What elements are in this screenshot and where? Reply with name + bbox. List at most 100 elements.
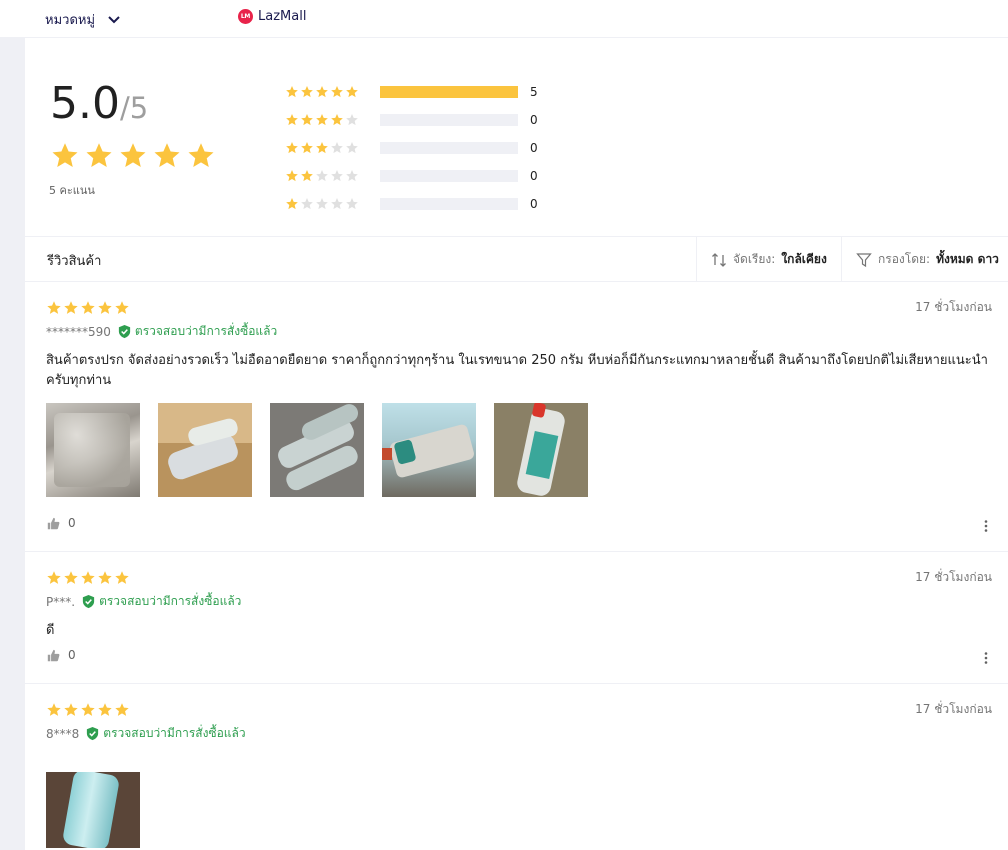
review-stars xyxy=(46,570,130,586)
star-filled-icon xyxy=(316,86,328,98)
ratings-reviews-panel: 5.0/5 5 คะแนน 5 0 0 0 0 รีวิวสินค้า จัดเรียง… xyxy=(25,38,1008,850)
like-button[interactable]: 0 xyxy=(47,648,76,662)
star-filled-icon xyxy=(98,571,112,584)
distribution-bar xyxy=(380,198,518,210)
star-empty-icon xyxy=(316,198,328,210)
distribution-count: 0 xyxy=(530,113,538,127)
review-text: ดี xyxy=(46,623,55,638)
star-empty-icon xyxy=(301,198,313,210)
filter-button[interactable]: กรองโดย: ทั้งหมด ดาว xyxy=(842,237,1008,282)
filter-icon xyxy=(856,252,872,267)
review-author-row: P***. ตรวจสอบว่ามีการสั่งซื้อแล้ว xyxy=(46,592,241,611)
star-filled-icon xyxy=(47,703,61,716)
filter-label: กรองโดย: xyxy=(878,252,931,266)
verified-purchase: ตรวจสอบว่ามีการสั่งซื้อแล้ว xyxy=(81,592,241,611)
verified-label: ตรวจสอบว่ามีการสั่งซื้อแล้ว xyxy=(103,726,246,740)
distribution-row-5: 5 xyxy=(285,78,538,106)
more-options-button[interactable] xyxy=(984,649,988,668)
review-image-cans-on-floor[interactable] xyxy=(270,403,364,497)
verified-purchase: ตรวจสอบว่ามีการสั่งซื้อแล้ว xyxy=(85,724,246,743)
distribution-stars xyxy=(285,113,380,127)
verified-shield-icon xyxy=(87,726,99,741)
like-count: 0 xyxy=(68,648,76,662)
star-empty-icon xyxy=(331,198,343,210)
filter-value: ทั้งหมด ดาว xyxy=(936,252,999,266)
star-empty-icon xyxy=(346,142,358,154)
distribution-count: 5 xyxy=(530,85,538,99)
star-filled-icon xyxy=(115,571,129,584)
left-gutter xyxy=(0,38,25,850)
review-author: *******590 xyxy=(46,324,111,339)
reviews-header: รีวิวสินค้า จัดเรียง: ใกล้เคียง กรองโดย:… xyxy=(25,237,1008,282)
distribution-bar xyxy=(380,114,518,126)
distribution-bar-fill xyxy=(380,86,518,98)
star-filled-icon xyxy=(115,301,129,314)
star-filled-icon xyxy=(301,142,313,154)
distribution-count: 0 xyxy=(530,197,538,211)
review-image-box-opened[interactable] xyxy=(158,403,252,497)
verified-purchase: ตรวจสอบว่ามีการสั่งซื้อแล้ว xyxy=(117,322,277,341)
lazmall-label: LazMall xyxy=(258,9,307,24)
rating-count: 5 คะแนน xyxy=(49,184,95,197)
verified-label: ตรวจสอบว่ามีการสั่งซื้อแล้ว xyxy=(99,594,242,608)
star-filled-icon xyxy=(81,703,95,716)
star-filled-icon xyxy=(154,143,180,167)
star-filled-icon xyxy=(301,86,313,98)
like-button[interactable]: 0 xyxy=(47,516,76,530)
more-options-button[interactable] xyxy=(984,517,988,536)
review-images xyxy=(46,403,588,497)
star-filled-icon xyxy=(331,86,343,98)
star-filled-icon xyxy=(64,571,78,584)
distribution-row-4: 0 xyxy=(285,106,538,134)
category-dropdown[interactable]: หมวดหมู่ xyxy=(45,9,121,30)
review-image-can-closeup[interactable] xyxy=(46,772,140,848)
review-item: 17 ชั่วโมงก่อน 8***8 ตรวจสอบว่ามีการสั่ง… xyxy=(25,684,1008,850)
review-image-bubble-wrap[interactable] xyxy=(46,403,140,497)
star-filled-icon xyxy=(301,170,313,182)
star-filled-icon xyxy=(81,301,95,314)
verified-shield-icon xyxy=(82,594,95,609)
distribution-bar xyxy=(380,170,518,182)
sort-button[interactable]: จัดเรียง: ใกล้เคียง xyxy=(696,237,842,282)
review-stars xyxy=(46,300,130,316)
review-time: 17 ชั่วโมงก่อน xyxy=(915,570,992,584)
star-filled-icon xyxy=(120,143,146,167)
sort-value: ใกล้เคียง xyxy=(781,252,827,266)
star-empty-icon xyxy=(346,198,358,210)
average-out-of: /5 xyxy=(119,91,149,125)
star-filled-icon xyxy=(64,703,78,716)
lazmall-link[interactable]: LM LazMall xyxy=(238,9,306,24)
distribution-count: 0 xyxy=(530,141,538,155)
star-filled-icon xyxy=(98,301,112,314)
review-image-can-in-hand[interactable] xyxy=(494,403,588,497)
distribution-bar xyxy=(380,142,518,154)
star-filled-icon xyxy=(47,301,61,314)
star-filled-icon xyxy=(331,114,343,126)
star-filled-icon xyxy=(286,86,298,98)
star-filled-icon xyxy=(64,301,78,314)
star-empty-icon xyxy=(346,114,358,126)
review-author-row: *******590 ตรวจสอบว่ามีการสั่งซื้อแล้ว xyxy=(46,322,277,341)
sort-label: จัดเรียง: xyxy=(733,252,776,266)
review-image-can-label[interactable] xyxy=(382,403,476,497)
star-empty-icon xyxy=(331,142,343,154)
distribution-stars xyxy=(285,169,380,183)
star-filled-icon xyxy=(188,143,214,167)
star-filled-icon xyxy=(316,142,328,154)
chevron-down-icon xyxy=(108,15,120,23)
review-author: P***. xyxy=(46,594,76,609)
sort-icon xyxy=(712,252,726,267)
lazmall-logo-icon: LM xyxy=(238,9,253,24)
star-empty-icon xyxy=(346,170,358,182)
distribution-row-3: 0 xyxy=(285,134,538,162)
star-filled-icon xyxy=(86,143,112,167)
review-author: 8***8 xyxy=(46,726,80,741)
distribution-bar xyxy=(380,86,518,98)
thumbs-up-icon xyxy=(47,649,60,661)
distribution-count: 0 xyxy=(530,169,538,183)
star-filled-icon xyxy=(286,142,298,154)
like-count: 0 xyxy=(68,516,76,530)
more-vertical-icon xyxy=(984,520,988,532)
distribution-stars xyxy=(285,197,380,211)
star-filled-icon xyxy=(98,703,112,716)
